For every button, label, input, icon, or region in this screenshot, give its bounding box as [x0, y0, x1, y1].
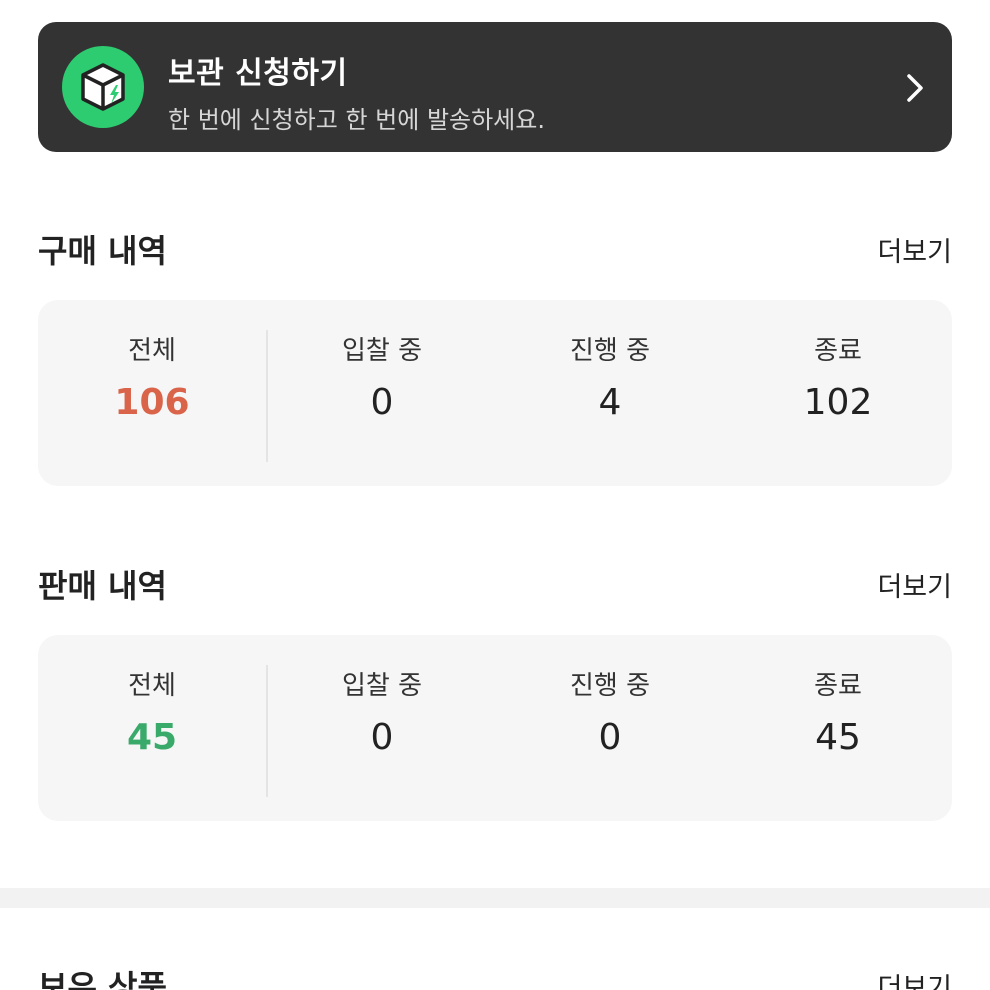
purchase-stat-total[interactable]: 전체 106 — [38, 300, 266, 486]
chevron-right-icon[interactable] — [904, 72, 926, 104]
holdings-title: 보유 상품 — [38, 968, 167, 990]
stat-value: 102 — [803, 382, 873, 423]
stat-value: 0 — [598, 717, 622, 758]
page: 보관 신청하기 한 번에 신청하고 한 번에 발송하세요. 구매 내역 더보기 … — [0, 0, 990, 990]
sales-history-header: 판매 내역 더보기 — [38, 561, 952, 611]
holdings-more-link[interactable]: 더보기 — [877, 966, 952, 990]
sales-stat-in-progress[interactable]: 진행 중 0 — [496, 635, 724, 821]
purchase-history-header: 구매 내역 더보기 — [38, 226, 952, 276]
stat-label: 종료 — [814, 671, 862, 701]
purchase-stat-in-progress[interactable]: 진행 중 4 — [496, 300, 724, 486]
sales-history-title: 판매 내역 — [38, 567, 167, 605]
stat-label: 종료 — [814, 336, 862, 366]
stat-value: 45 — [126, 717, 178, 758]
stat-label: 전체 — [128, 336, 176, 366]
stat-value: 0 — [370, 717, 394, 758]
section-separator — [0, 888, 990, 908]
holdings-header: 보유 상품 더보기 — [38, 962, 952, 990]
purchase-stats-card: 전체 106 입찰 중 0 진행 중 4 종료 102 — [38, 300, 952, 486]
stat-value: 45 — [815, 717, 861, 758]
stat-label: 입찰 중 — [341, 336, 423, 366]
sales-stat-ended[interactable]: 종료 45 — [724, 635, 952, 821]
banner-subtitle: 한 번에 신청하고 한 번에 발송하세요. — [168, 106, 545, 134]
storage-request-banner[interactable]: 보관 신청하기 한 번에 신청하고 한 번에 발송하세요. — [38, 22, 952, 152]
purchase-history-title: 구매 내역 — [38, 232, 167, 270]
sales-stat-total[interactable]: 전체 45 — [38, 635, 266, 821]
purchase-more-link[interactable]: 더보기 — [877, 230, 952, 269]
sales-stats-card: 전체 45 입찰 중 0 진행 중 0 종료 45 — [38, 635, 952, 821]
purchase-stat-ended[interactable]: 종료 102 — [724, 300, 952, 486]
purchase-stat-bidding[interactable]: 입찰 중 0 — [268, 300, 496, 486]
stat-value: 4 — [598, 382, 622, 423]
stat-label: 진행 중 — [569, 671, 651, 701]
stat-label: 진행 중 — [569, 336, 651, 366]
stat-value: 0 — [370, 382, 394, 423]
banner-text: 보관 신청하기 한 번에 신청하고 한 번에 발송하세요. — [168, 48, 545, 135]
sales-more-link[interactable]: 더보기 — [877, 565, 952, 604]
stat-value: 106 — [114, 382, 190, 423]
sales-stat-bidding[interactable]: 입찰 중 0 — [268, 635, 496, 821]
box-bolt-icon — [62, 46, 144, 128]
banner-title: 보관 신청하기 — [168, 56, 348, 91]
stat-label: 전체 — [128, 671, 176, 701]
stat-label: 입찰 중 — [341, 671, 423, 701]
